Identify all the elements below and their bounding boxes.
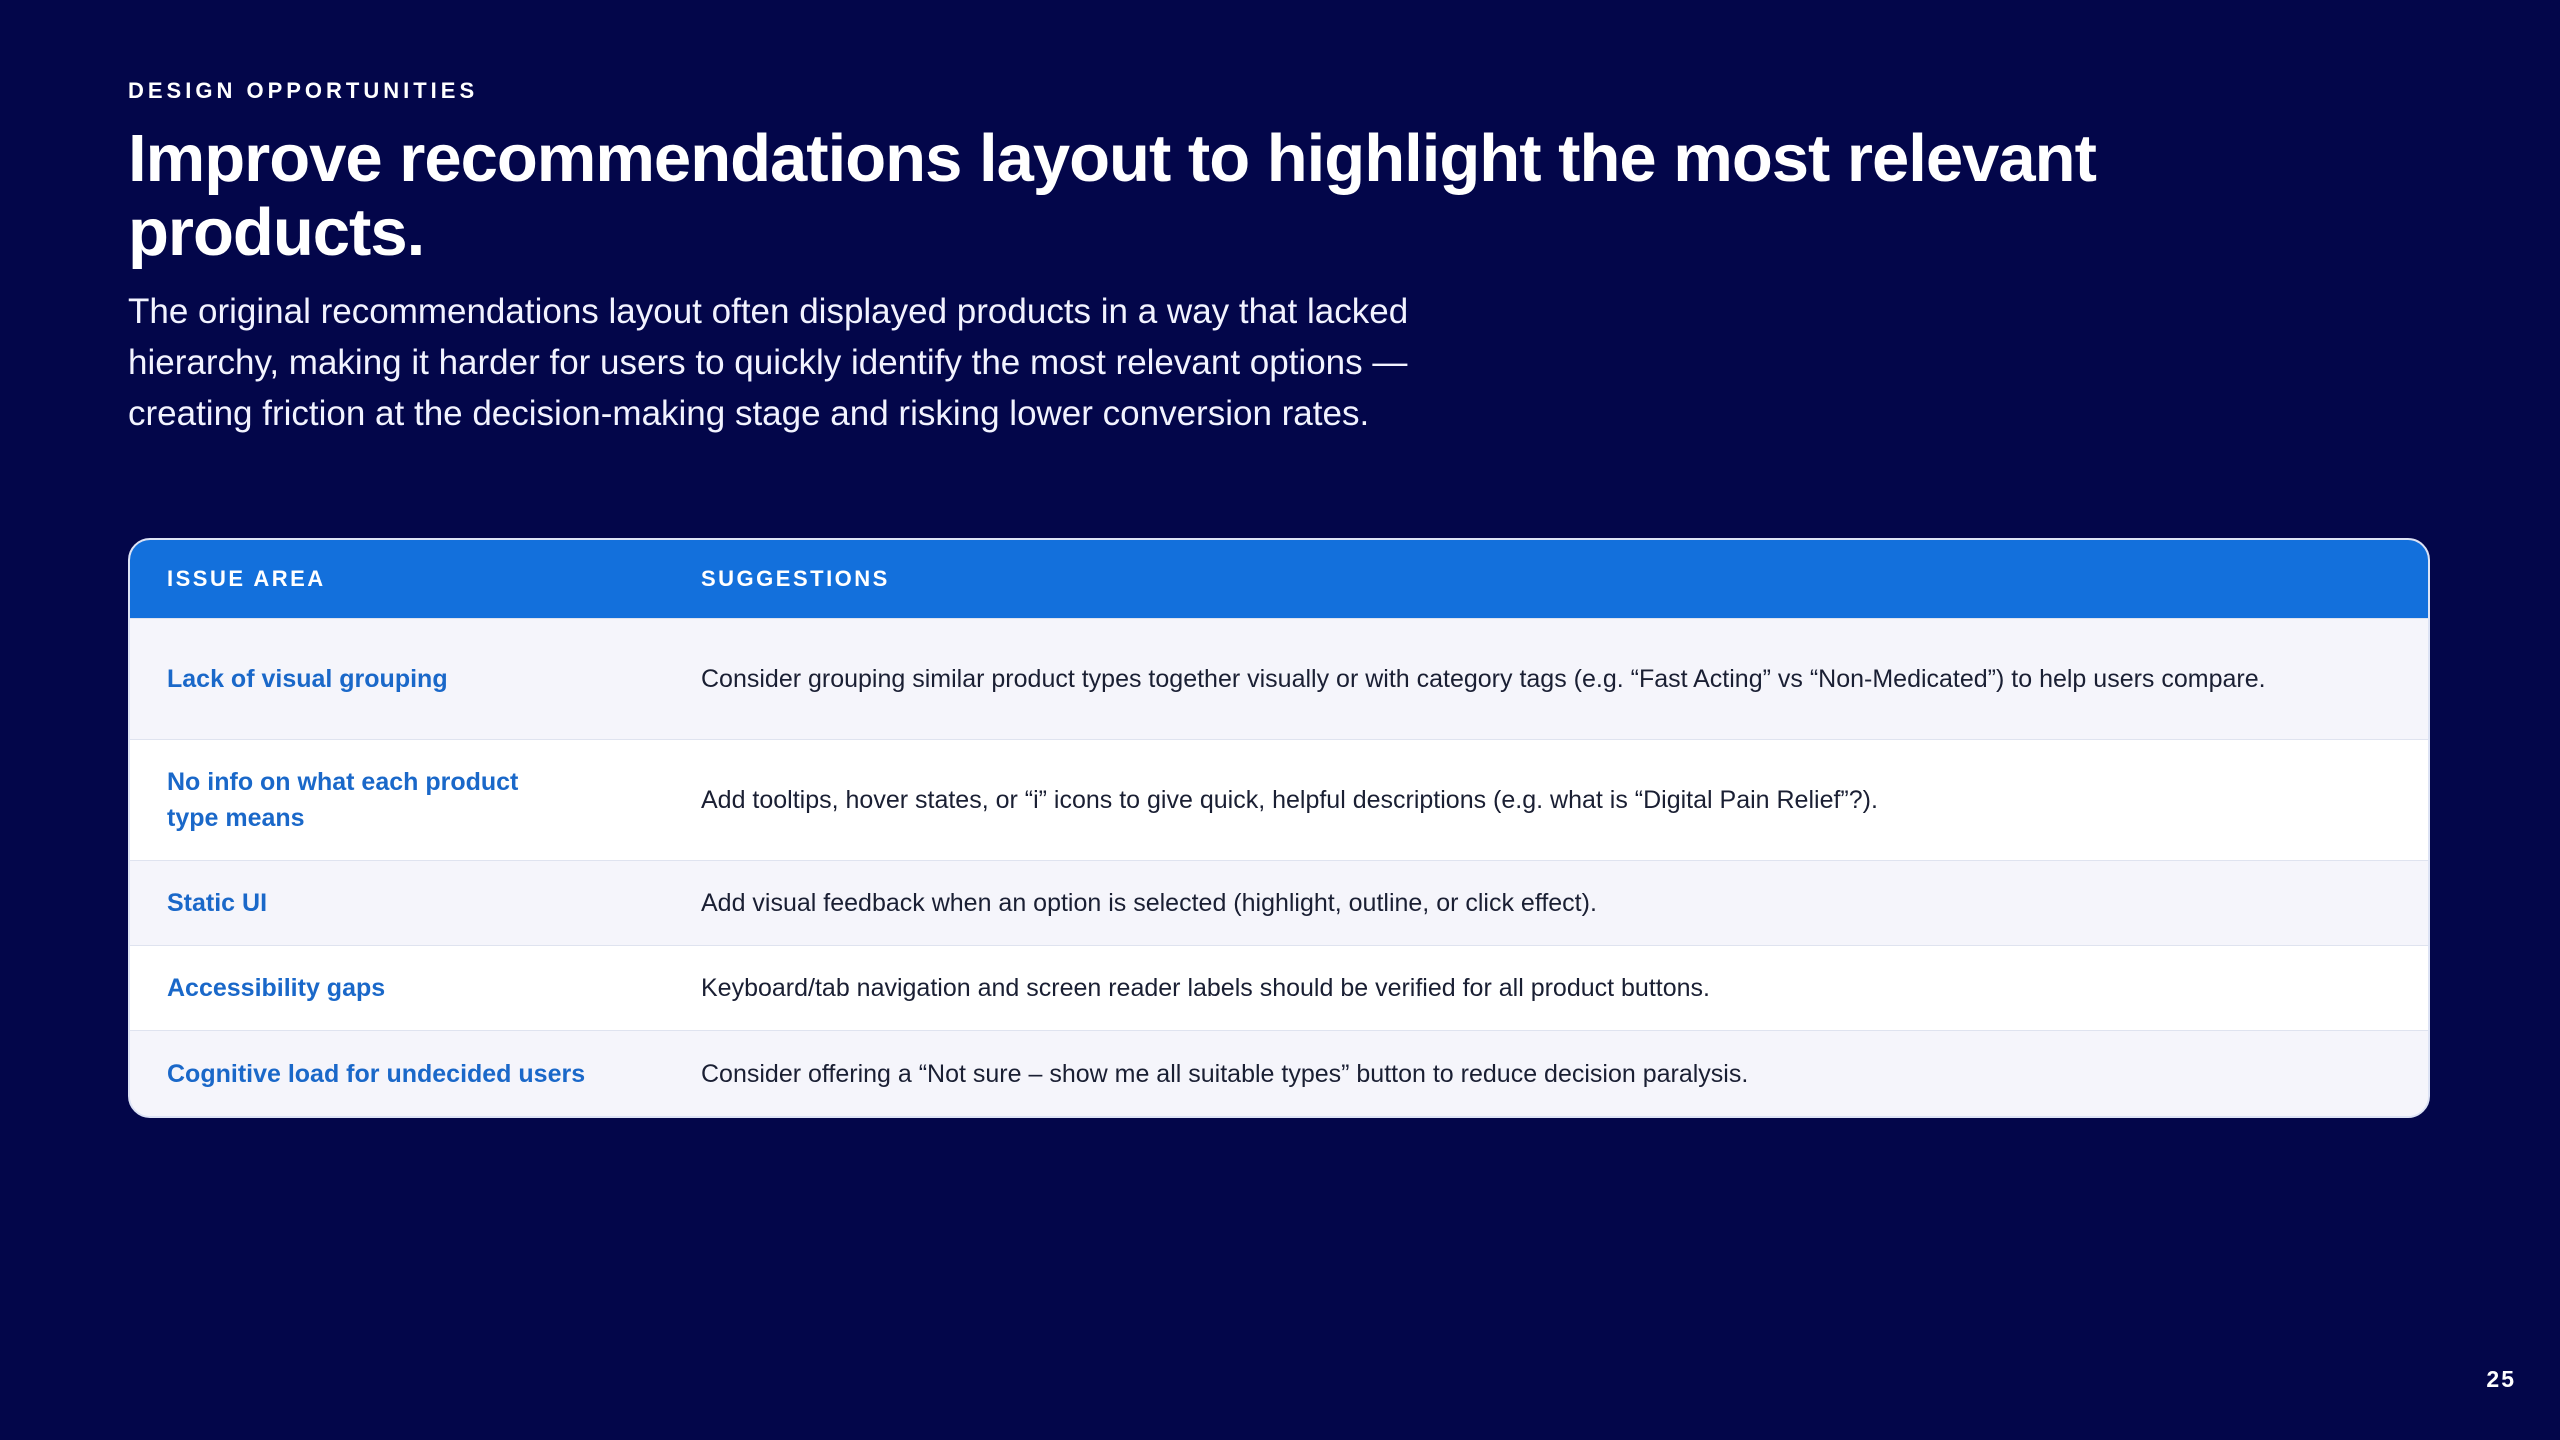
- issue-cell: No info on what each product type means: [167, 768, 519, 832]
- suggestion-cell: Consider offering a “Not sure – show me …: [701, 1059, 1749, 1088]
- suggestion-cell: Keyboard/tab navigation and screen reade…: [701, 974, 1710, 1002]
- suggestion-cell: Consider grouping similar product types …: [701, 665, 2266, 693]
- suggestions-header: SUGGESTIONS: [701, 566, 890, 591]
- issue-cell: Lack of visual grouping: [167, 665, 448, 693]
- issue-cell: Cognitive load for undecided users: [167, 1059, 586, 1088]
- issue-cell: Accessibility gaps: [167, 974, 386, 1002]
- suggestion-cell: Add visual feedback when an option is se…: [701, 889, 1597, 917]
- issue-cell: Static UI: [167, 889, 268, 917]
- opportunities-table: ISSUE AREA SUGGESTIONS Lack of visual gr…: [128, 538, 2430, 1118]
- table-row: Accessibility gaps Keyboard/tab navigati…: [130, 945, 2428, 1030]
- page-number: 25: [2486, 1366, 2516, 1392]
- table-row: No info on what each product type means …: [130, 739, 2428, 860]
- table-row: Cognitive load for undecided users Consi…: [130, 1030, 2428, 1116]
- eyebrow-label: DESIGN OPPORTUNITIES: [128, 78, 479, 103]
- suggestion-cell: Add tooltips, hover states, or “i” icons…: [701, 786, 1878, 814]
- page-title: Improve recommendations layout to highli…: [128, 121, 2097, 270]
- table-row: Static UI Add visual feedback when an op…: [130, 860, 2428, 945]
- page-subtitle: The original recommendations layout ofte…: [128, 292, 1409, 433]
- table-row: Lack of visual grouping Consider groupin…: [130, 618, 2428, 739]
- issue-area-header: ISSUE AREA: [167, 566, 326, 591]
- table-header-row: ISSUE AREA SUGGESTIONS: [130, 540, 2428, 618]
